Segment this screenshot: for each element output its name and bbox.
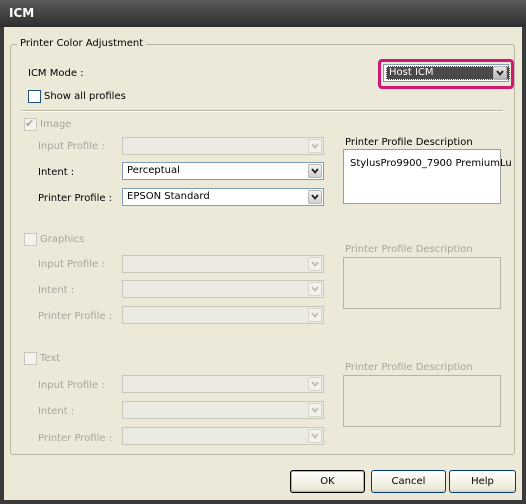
chevron-down-icon[interactable] xyxy=(308,282,322,296)
icm-mode-select[interactable]: Host ICM xyxy=(383,64,510,82)
image-intent-value: Perceptual xyxy=(127,165,180,176)
text-intent-select[interactable] xyxy=(122,401,324,419)
graphics-checkbox[interactable] xyxy=(24,233,37,246)
group-legend: Printer Color Adjustment xyxy=(17,38,147,49)
chevron-down-icon[interactable] xyxy=(308,139,322,153)
graphics-intent-label: Intent : xyxy=(38,285,75,296)
window-title: ICM xyxy=(9,6,35,20)
image-description-text: StylusPro9900_7900 PremiumLu xyxy=(350,158,512,169)
cancel-button[interactable]: Cancel xyxy=(371,470,446,493)
graphics-input-profile-select[interactable] xyxy=(122,255,324,273)
image-intent-select[interactable]: Perceptual xyxy=(122,162,324,180)
show-all-profiles-label: Show all profiles xyxy=(44,91,126,102)
graphics-description-label: Printer Profile Description xyxy=(345,244,473,255)
window-frame-bottom xyxy=(0,500,526,504)
chevron-down-icon[interactable] xyxy=(308,429,322,443)
graphics-printer-profile-label: Printer Profile : xyxy=(38,311,113,322)
image-printer-profile-label: Printer Profile : xyxy=(38,193,113,204)
image-input-profile-select[interactable] xyxy=(122,137,324,155)
text-intent-label: Intent : xyxy=(38,406,75,417)
window-frame-left xyxy=(0,27,4,504)
help-button[interactable]: Help xyxy=(449,470,516,493)
text-description-box xyxy=(343,375,501,427)
window-frame-right xyxy=(522,27,526,504)
separator xyxy=(22,110,503,112)
chevron-down-icon[interactable] xyxy=(493,66,507,80)
image-description-box: StylusPro9900_7900 PremiumLu xyxy=(343,149,512,204)
graphics-intent-select[interactable] xyxy=(122,280,324,298)
icm-dialog: ICM Printer Color Adjustment ICM Mode : … xyxy=(0,0,526,504)
ok-button[interactable]: OK xyxy=(290,470,365,493)
text-checkbox[interactable] xyxy=(24,352,37,365)
text-printer-profile-label: Printer Profile : xyxy=(38,433,113,444)
image-printer-profile-select[interactable]: EPSON Standard xyxy=(122,188,324,206)
graphics-label: Graphics xyxy=(40,234,85,245)
chevron-down-icon[interactable] xyxy=(308,257,322,271)
text-description-label: Printer Profile Description xyxy=(345,362,473,373)
image-printer-profile-value: EPSON Standard xyxy=(127,191,210,202)
show-all-profiles-checkbox[interactable] xyxy=(28,90,41,103)
chevron-down-icon[interactable] xyxy=(308,164,322,178)
graphics-description-box xyxy=(343,257,501,309)
check-icon: ✔ xyxy=(25,117,35,130)
icm-mode-value: Host ICM xyxy=(386,66,510,80)
chevron-down-icon[interactable] xyxy=(308,190,322,204)
image-label: Image xyxy=(40,119,72,130)
chevron-down-icon[interactable] xyxy=(308,377,322,391)
text-input-profile-select[interactable] xyxy=(122,375,324,393)
graphics-printer-profile-select[interactable] xyxy=(122,306,324,324)
title-bar[interactable]: ICM xyxy=(0,0,526,27)
text-label: Text xyxy=(40,353,61,364)
icm-mode-label: ICM Mode : xyxy=(28,68,84,79)
chevron-down-icon[interactable] xyxy=(308,308,322,322)
text-input-profile-label: Input Profile : xyxy=(38,380,105,391)
chevron-down-icon[interactable] xyxy=(308,403,322,417)
text-printer-profile-select[interactable] xyxy=(122,427,324,445)
image-intent-label: Intent : xyxy=(38,167,75,178)
image-input-profile-label: Input Profile : xyxy=(38,141,105,152)
image-description-label: Printer Profile Description xyxy=(345,137,473,148)
graphics-input-profile-label: Input Profile : xyxy=(38,259,105,270)
image-checkbox[interactable]: ✔ xyxy=(24,117,37,131)
